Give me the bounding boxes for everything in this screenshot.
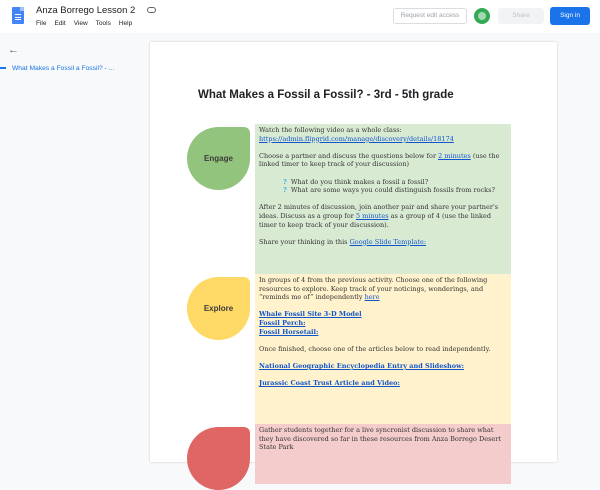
engage-cell: Watch the following video as a whole cla… bbox=[255, 124, 511, 274]
engage-text-2: Choose a partner and discuss the questio… bbox=[259, 151, 439, 160]
explore-label: Explore bbox=[203, 304, 234, 313]
extension-icon[interactable] bbox=[474, 8, 490, 24]
question-icon: ? bbox=[283, 186, 287, 195]
jurassic-coast-link[interactable]: Jurassic Coast Trust Article and Video: bbox=[259, 379, 400, 387]
sign-in-button[interactable]: Sign in bbox=[550, 7, 590, 25]
question-item: ? What are some ways you could distinguis… bbox=[283, 186, 507, 195]
outline-item-label: What Makes a Fossil a Fossil? - ... bbox=[12, 65, 115, 72]
page-title: What Makes a Fossil a Fossil? - 3rd - 5t… bbox=[198, 89, 454, 101]
back-arrow-icon[interactable]: ← bbox=[8, 44, 19, 56]
explain-text-1: Gather students together for a live sync… bbox=[259, 426, 501, 452]
whale-fossil-link[interactable]: Whale Fossil Site 3-D Model bbox=[259, 310, 362, 318]
explore-cell: In groups of 4 from the previous activit… bbox=[255, 274, 511, 424]
engage-text-4: Share your thinking in this bbox=[259, 237, 350, 246]
menu-view[interactable]: View bbox=[74, 20, 88, 27]
question-icon: ? bbox=[283, 177, 287, 186]
two-minutes-link[interactable]: 2 minutes bbox=[438, 152, 471, 160]
docs-logo-icon[interactable] bbox=[12, 7, 24, 24]
share-button[interactable]: Share bbox=[498, 8, 544, 24]
explain-circle bbox=[187, 427, 250, 490]
menu-edit[interactable]: Edit bbox=[54, 20, 65, 27]
question-item: ? What do you think makes a fossil a foss… bbox=[283, 178, 507, 187]
question-list: ? What do you think makes a fossil a foss… bbox=[259, 178, 507, 195]
flipgrid-link[interactable]: https://admin.flipgrid.com/manage/discov… bbox=[259, 135, 454, 143]
outline-item[interactable]: What Makes a Fossil a Fossil? - ... bbox=[0, 65, 140, 72]
engage-text-1: Watch the following video as a whole cla… bbox=[259, 126, 402, 134]
top-bar: Anza Borrego Lesson 2 File Edit View Too… bbox=[0, 0, 600, 33]
request-edit-access-button[interactable]: Request edit access bbox=[393, 8, 467, 24]
document-title: Anza Borrego Lesson 2 bbox=[36, 5, 136, 16]
natgeo-link[interactable]: National Geographic Encyclopedia Entry a… bbox=[259, 362, 464, 370]
explore-text-2: Once finished, choose one of the article… bbox=[259, 344, 491, 353]
question-text: What do you think makes a fossil a fossi… bbox=[290, 177, 429, 186]
question-text: What are some ways you could distinguish… bbox=[290, 186, 495, 195]
explain-cell: Gather students together for a live sync… bbox=[255, 424, 511, 484]
engage-circle: Engage bbox=[187, 127, 250, 190]
menu-tools[interactable]: Tools bbox=[96, 20, 111, 27]
explore-circle: Explore bbox=[187, 277, 250, 340]
menu-help[interactable]: Help bbox=[119, 20, 132, 27]
outline-marker bbox=[0, 67, 6, 69]
fossil-horsetail-link[interactable]: Fossil Horsetail: bbox=[259, 328, 318, 336]
google-slide-template-link[interactable]: Google Slide Template: bbox=[350, 238, 426, 246]
cloud-status-icon[interactable] bbox=[147, 7, 156, 13]
menu-file[interactable]: File bbox=[36, 20, 46, 27]
engage-label: Engage bbox=[204, 154, 233, 163]
menu-bar: File Edit View Tools Help bbox=[36, 20, 132, 27]
here-link[interactable]: here bbox=[365, 293, 380, 301]
fossil-perch-link[interactable]: Fossil Perch: bbox=[259, 319, 305, 327]
document-page: What Makes a Fossil a Fossil? - 3rd - 5t… bbox=[150, 42, 557, 490]
five-minutes-link[interactable]: 5 minutes bbox=[356, 212, 389, 220]
